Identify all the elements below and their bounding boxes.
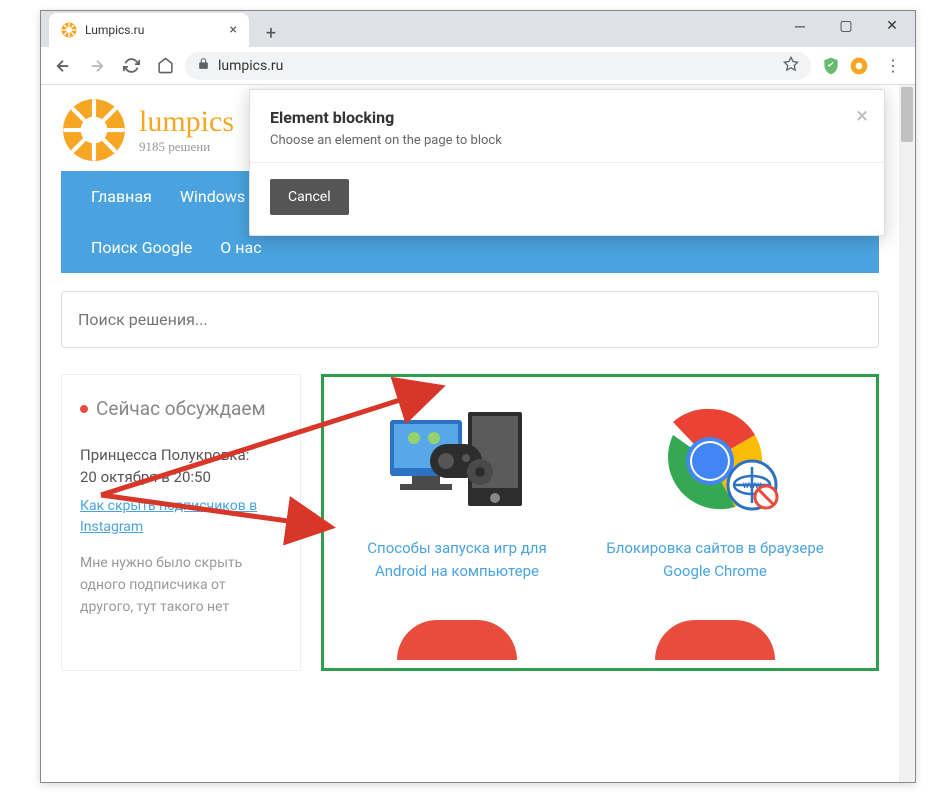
url-text: lumpics.ru <box>218 58 775 74</box>
bookmark-star-icon[interactable] <box>783 56 799 76</box>
partial-cards-row <box>342 620 858 660</box>
content-row: Сейчас обсуждаем Принцесса Полукровка: 2… <box>61 374 879 671</box>
site-name[interactable]: lumpics <box>139 105 234 139</box>
extension-icon[interactable] <box>849 56 869 76</box>
comment-time: 20 октября в 20:50 <box>80 468 282 486</box>
comment-link[interactable]: Как скрыть подписчиков в Instagram <box>80 496 282 538</box>
comment-body: Мне нужно было скрыть одного подписчика … <box>80 552 282 619</box>
modal-subtitle: Choose an element on the page to block <box>270 133 864 148</box>
window-controls: ─ ▢ ✕ <box>777 11 915 41</box>
home-button[interactable] <box>151 52 179 80</box>
maximize-button[interactable]: ▢ <box>823 11 869 41</box>
minimize-button[interactable]: ─ <box>777 11 823 41</box>
live-dot-icon <box>80 405 88 413</box>
scrollbar-thumb[interactable] <box>901 87 913 142</box>
article-card[interactable]: WWW Блокировка сайтов в браузере Google … <box>600 403 830 582</box>
site-logo-icon[interactable] <box>61 97 127 163</box>
lock-icon <box>197 57 210 74</box>
back-button[interactable] <box>49 52 77 80</box>
chrome-menu-button[interactable]: ⋮ <box>879 52 907 80</box>
sidebar-heading-text: Сейчас обсуждаем <box>96 397 266 422</box>
search-wrap <box>61 291 879 348</box>
browser-window: Lumpics.ru × + ─ ▢ ✕ lumpics.ru ⋮ <box>40 10 916 783</box>
tab-title: Lumpics.ru <box>85 23 222 37</box>
page-viewport: lumpics 9185 решени Главная Windows Поис… <box>41 85 915 782</box>
article-card[interactable]: Способы запуска игр для Android на компь… <box>342 403 572 582</box>
card-title: Блокировка сайтов в браузере Google Chro… <box>600 537 830 582</box>
browser-toolbar: lumpics.ru ⋮ <box>41 47 915 85</box>
nav-item-home[interactable]: Главная <box>77 171 166 222</box>
browser-tab[interactable]: Lumpics.ru × <box>49 13 249 47</box>
element-blocking-modal: Element blocking Choose an element on th… <box>249 89 885 236</box>
search-input[interactable] <box>61 291 879 348</box>
tab-close-icon[interactable]: × <box>230 22 237 38</box>
partial-card-icon <box>397 620 517 660</box>
address-bar[interactable]: lumpics.ru <box>185 52 811 80</box>
nav-item-windows[interactable]: Windows <box>166 171 259 222</box>
tab-favicon-icon <box>61 22 77 38</box>
scrollbar[interactable] <box>899 85 915 782</box>
nav-item-search[interactable]: Поиск Google <box>77 222 206 273</box>
sidebar-heading: Сейчас обсуждаем <box>80 397 282 422</box>
sidebar-discussions: Сейчас обсуждаем Принцесса Полукровка: 2… <box>61 374 301 671</box>
card-image-chrome-block: WWW <box>640 403 790 523</box>
comment-author: Принцесса Полукровка: <box>80 446 282 464</box>
modal-title: Element blocking <box>270 108 864 127</box>
modal-close-icon[interactable]: × <box>856 104 868 129</box>
site-tagline: 9185 решени <box>139 139 234 155</box>
forward-button[interactable] <box>83 52 111 80</box>
card-title: Способы запуска игр для Android на компь… <box>342 537 572 582</box>
partial-card-icon <box>655 620 775 660</box>
titlebar: Lumpics.ru × + ─ ▢ ✕ <box>41 11 915 47</box>
new-tab-button[interactable]: + <box>257 19 285 47</box>
reload-button[interactable] <box>117 52 145 80</box>
cancel-button[interactable]: Cancel <box>270 179 349 215</box>
card-image-android-games <box>382 403 532 523</box>
extension-icons <box>817 56 873 76</box>
featured-grid: Способы запуска игр для Android на компь… <box>321 374 879 671</box>
window-close-button[interactable]: ✕ <box>869 11 915 41</box>
adguard-extension-icon[interactable] <box>821 56 841 76</box>
modal-header: Element blocking Choose an element on th… <box>250 90 884 163</box>
modal-body: Cancel <box>250 163 884 235</box>
